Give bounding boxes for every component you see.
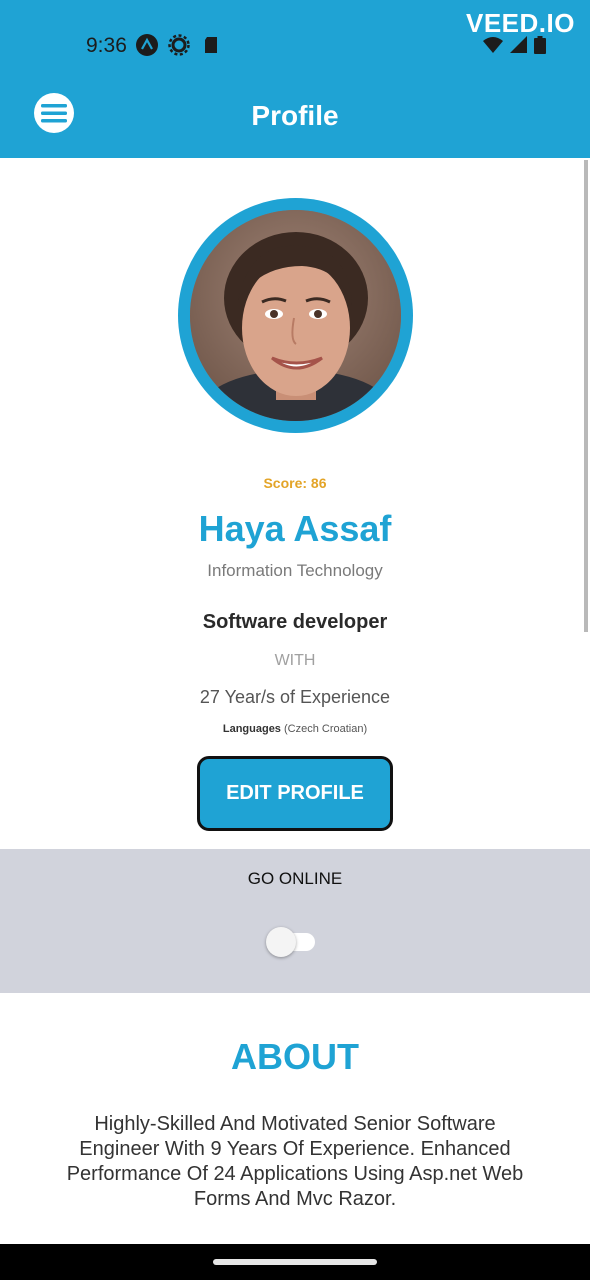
- system-nav-bar: [0, 1244, 590, 1280]
- status-time: 9:36: [86, 34, 127, 57]
- about-text: Highly-Skilled And Motivated Senior Soft…: [66, 1113, 524, 1210]
- home-gesture-pill[interactable]: [213, 1259, 377, 1265]
- about-title: ABOUT: [231, 1036, 359, 1077]
- profile-name: Haya Assaf: [198, 508, 392, 549]
- profile-department: Information Technology: [207, 561, 383, 580]
- languages-label: Languages: [222, 723, 281, 735]
- experience-label: 27 Year/s of Experience: [199, 687, 391, 707]
- go-online-panel: GO ONLINE: [0, 849, 590, 993]
- profile-role: Software developer: [202, 611, 388, 633]
- signal-icon: [510, 36, 527, 53]
- go-online-label: GO ONLINE: [247, 869, 343, 888]
- page-title: Profile: [251, 100, 339, 131]
- status-icons-left: [136, 34, 222, 56]
- wifi-icon: [483, 37, 503, 53]
- status-icons-right: [482, 36, 546, 54]
- app-a-icon: [136, 34, 158, 56]
- go-online-toggle[interactable]: [266, 927, 296, 957]
- battery-icon: [534, 36, 546, 54]
- settings-icon: [168, 34, 190, 56]
- avatar: [190, 210, 401, 421]
- veed-watermark: VEED.IO: [466, 8, 575, 38]
- languages-value: (Czech Croatian): [284, 723, 368, 735]
- sd-card-icon: [205, 37, 217, 53]
- with-label: WITH: [274, 652, 316, 669]
- languages-line: Languages (Czech Croatian): [0, 723, 590, 735]
- avatar-portrait: [190, 210, 401, 421]
- edit-profile-button[interactable]: EDIT PROFILE: [197, 756, 393, 831]
- score-label: Score: 86: [263, 475, 327, 491]
- app-bar: 9:36 VEED.IO Profile: [0, 0, 590, 158]
